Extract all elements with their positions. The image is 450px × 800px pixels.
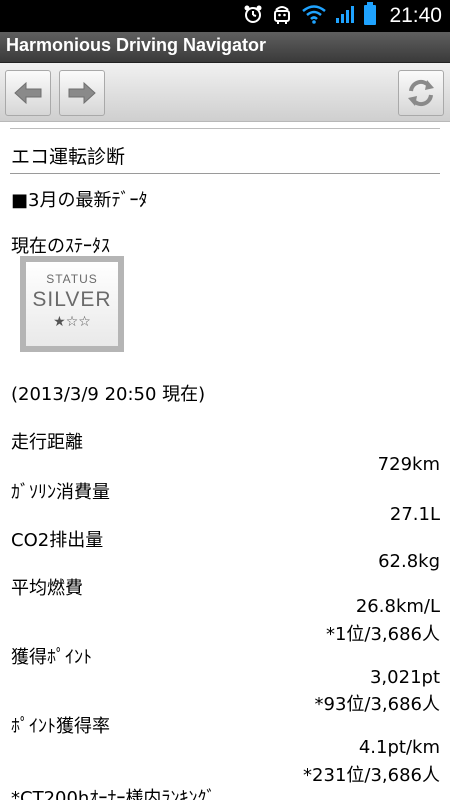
- stat-label-point-rate: ﾎﾟｲﾝﾄ獲得率: [11, 716, 110, 737]
- timestamp: (2013/3/9 20:50 現在): [11, 384, 206, 405]
- status-badge: STATUS SILVER ★☆☆: [20, 256, 124, 352]
- status-label: 現在のｽﾃｰﾀｽ: [11, 236, 110, 257]
- stat-value-fuel: 27.1L: [389, 504, 440, 525]
- ranking-footnote: *CT200hｵｰﾅｰ様内ﾗﾝｷﾝｸﾞ: [11, 788, 216, 800]
- arrow-right-icon: [68, 81, 96, 105]
- arrow-left-icon: [14, 81, 42, 105]
- android-icon: [271, 3, 293, 29]
- stat-label-points: 獲得ﾎﾟｲﾝﾄ: [11, 647, 92, 668]
- heading-divider: [10, 173, 440, 174]
- battery-icon: [363, 2, 377, 30]
- stat-value-distance: 729km: [377, 454, 440, 475]
- month-label: ■3月の最新ﾃﾞｰﾀ: [11, 190, 148, 211]
- alarm-icon: [243, 4, 263, 28]
- badge-level-text: SILVER: [32, 288, 112, 311]
- app-title-bar: Harmonious Driving Navigator: [0, 32, 450, 63]
- page-content: エコ運転診断 ■3月の最新ﾃﾞｰﾀ 現在のｽﾃｰﾀｽ STATUS SILVER…: [0, 122, 450, 800]
- app-title: Harmonious Driving Navigator: [6, 35, 267, 55]
- status-bar: 21:40: [0, 0, 450, 32]
- status-badge-inner: STATUS SILVER ★☆☆: [26, 262, 118, 346]
- stat-rank-point-rate: *231位/3,686人: [303, 765, 440, 786]
- stat-label-distance: 走行距離: [11, 432, 83, 453]
- stat-label-avg-fuel-economy: 平均燃費: [11, 578, 83, 599]
- clock: 21:40: [389, 4, 442, 27]
- stat-value-co2: 62.8kg: [378, 551, 440, 572]
- page-title: エコ運転診断: [11, 146, 126, 168]
- stat-label-fuel: ｶﾞｿﾘﾝ消費量: [11, 482, 110, 503]
- forward-button[interactable]: [59, 70, 105, 116]
- browser-toolbar: [0, 63, 450, 122]
- back-button[interactable]: [5, 70, 51, 116]
- stat-value-points: 3,021pt: [369, 667, 440, 688]
- stat-rank-points: *93位/3,686人: [314, 694, 441, 715]
- top-divider: [10, 128, 440, 129]
- refresh-button[interactable]: [398, 70, 444, 116]
- status-icons: 21:40: [243, 0, 442, 32]
- stat-rank-avg-fuel-economy: *1位/3,686人: [325, 624, 440, 645]
- stat-label-co2: CO2排出量: [11, 530, 104, 551]
- refresh-icon: [408, 79, 434, 107]
- badge-stars: ★☆☆: [53, 314, 91, 330]
- badge-status-text: STATUS: [46, 272, 98, 286]
- stat-value-avg-fuel-economy: 26.8km/L: [355, 596, 440, 617]
- signal-icon: [335, 4, 355, 28]
- wifi-icon: [301, 4, 327, 28]
- stat-value-point-rate: 4.1pt/km: [358, 737, 440, 758]
